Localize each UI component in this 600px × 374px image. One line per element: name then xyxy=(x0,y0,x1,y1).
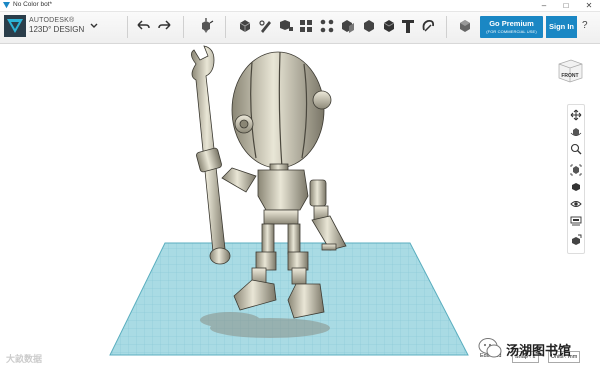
premium-label: Go Premium xyxy=(489,19,534,28)
orbit-button[interactable] xyxy=(570,125,582,137)
minimize-button[interactable]: – xyxy=(536,0,552,11)
construct-icon xyxy=(280,20,293,31)
go-premium-button[interactable]: Go Premium (FOR COMMERCIAL USE) xyxy=(480,16,543,38)
material-button[interactable] xyxy=(456,17,474,35)
product-name: 123D° DESIGN xyxy=(29,25,85,34)
undo-button[interactable] xyxy=(134,17,152,35)
toolbar-separator xyxy=(183,16,184,38)
zoom-button[interactable] xyxy=(570,142,582,155)
wechat-icon xyxy=(478,338,502,358)
close-button[interactable]: ✕ xyxy=(581,0,597,11)
premium-sublabel: (FOR COMMERCIAL USE) xyxy=(486,29,537,34)
text-button[interactable] xyxy=(399,17,417,35)
fit-button[interactable] xyxy=(570,163,582,176)
help-button[interactable]: ? xyxy=(582,20,588,31)
visibility-icon xyxy=(570,201,582,207)
orbit-icon xyxy=(570,128,582,136)
fit-icon xyxy=(570,164,582,176)
watermark-right-text: 汤湖图书馆 xyxy=(506,343,572,358)
sign-in-button[interactable]: Sign In xyxy=(546,16,577,38)
combine-button[interactable] xyxy=(360,17,378,35)
window-title: No Color bot* xyxy=(13,1,53,8)
modify-button[interactable] xyxy=(297,17,315,35)
view-cube-face-label: FRONT xyxy=(561,73,578,79)
pan-button[interactable] xyxy=(570,108,582,121)
navigation-bar xyxy=(567,104,585,254)
grid-snap-icon xyxy=(572,234,582,245)
toolbar-separator xyxy=(446,16,447,38)
pattern-icon xyxy=(320,19,334,33)
sketch-button[interactable] xyxy=(257,17,275,35)
chevron-down-icon[interactable] xyxy=(89,21,99,31)
grouping-icon xyxy=(342,20,354,33)
view-icon xyxy=(572,183,580,191)
primitives-icon xyxy=(239,20,251,32)
construct-button[interactable] xyxy=(277,17,295,35)
3d-viewport[interactable] xyxy=(0,44,600,374)
chevron-down-icon xyxy=(204,30,208,33)
modify-icon xyxy=(300,20,312,32)
view-button[interactable] xyxy=(570,180,582,192)
text-icon xyxy=(402,20,414,33)
primitives-button[interactable] xyxy=(236,17,254,35)
title-bar: No Color bot* – □ ✕ xyxy=(0,0,600,12)
zoom-icon xyxy=(570,143,582,155)
pan-icon xyxy=(570,109,582,121)
toolbar-separator xyxy=(225,16,226,38)
brand-name: AUTODESK® xyxy=(29,17,75,24)
watermark-right: 汤湖图书馆 xyxy=(468,336,596,360)
toolbar-separator xyxy=(127,16,128,38)
material-icon xyxy=(460,20,470,32)
material-display-button[interactable] xyxy=(570,214,582,226)
scene[interactable] xyxy=(0,44,600,374)
redo-icon xyxy=(158,20,171,30)
pattern-button[interactable] xyxy=(318,17,336,35)
measure-button[interactable] xyxy=(380,17,398,35)
sketch-icon xyxy=(259,20,271,33)
snap-icon xyxy=(422,19,435,32)
redo-button[interactable] xyxy=(156,17,174,35)
material-display-icon xyxy=(570,216,582,226)
maximize-button[interactable]: □ xyxy=(558,0,574,11)
view-cube[interactable]: FRONT xyxy=(556,56,584,84)
grid-snap-button[interactable] xyxy=(570,233,582,245)
logo-icon[interactable] xyxy=(4,15,26,37)
watermark-left-text: 大畝数据 xyxy=(6,354,43,364)
visibility-button[interactable] xyxy=(570,197,582,209)
undo-icon xyxy=(137,20,150,30)
app-icon xyxy=(3,2,10,9)
combine-icon xyxy=(364,20,374,32)
measure-icon xyxy=(383,20,395,32)
snap-button[interactable] xyxy=(419,17,437,35)
grouping-button[interactable] xyxy=(339,17,357,35)
watermark-left: 大畝数据 xyxy=(6,352,42,365)
